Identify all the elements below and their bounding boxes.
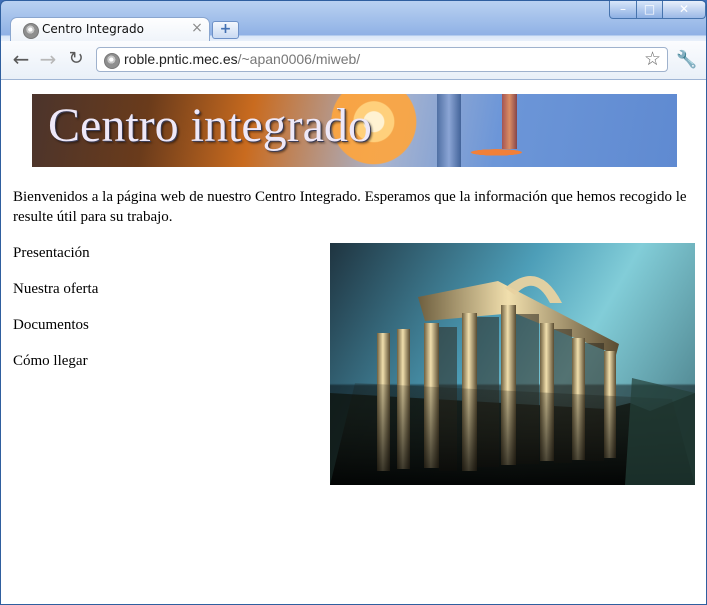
banner-image: Centro integrado: [32, 94, 677, 167]
close-tab-icon[interactable]: ×: [191, 21, 203, 35]
globe-icon: [104, 53, 120, 69]
temple-photo: [330, 243, 695, 485]
bookmark-star-icon[interactable]: ☆: [644, 50, 663, 69]
url-text[interactable]: roble.pntic.mec.es/~apan0006/miweb/: [124, 51, 360, 67]
new-tab-button[interactable]: +: [212, 21, 239, 39]
menu-item-presentacion[interactable]: Presentación: [13, 243, 193, 263]
wrench-icon[interactable]: 🔧: [676, 50, 697, 70]
menu-item-documentos[interactable]: Documentos: [13, 315, 193, 335]
globe-icon: [23, 23, 39, 39]
browser-tab[interactable]: Centro Integrado ×: [10, 17, 210, 43]
tab-title: Centro Integrado: [42, 22, 144, 36]
reload-icon[interactable]: ↻: [66, 50, 86, 70]
menu-item-como-llegar[interactable]: Cómo llegar: [13, 351, 193, 371]
intro-text: Bienvenidos a la página web de nuestro C…: [13, 189, 687, 225]
url-path: /~apan0006/miweb/: [237, 51, 361, 67]
forward-icon[interactable]: →: [38, 49, 58, 70]
banner-title: Centro integrado: [48, 99, 372, 152]
close-window-button[interactable]: ✕: [662, 1, 706, 19]
site-menu: Presentación Nuestra oferta Documentos C…: [13, 243, 193, 387]
browser-toolbar: ← → ↻ roble.pntic.mec.es/~apan0006/miweb…: [1, 41, 706, 80]
browser-window: Centro Integrado × + – □ ✕ ← → ↻ roble.p…: [0, 0, 707, 605]
menu-item-nuestra-oferta[interactable]: Nuestra oferta: [13, 279, 193, 299]
title-bar: Centro Integrado × + – □ ✕: [1, 1, 706, 43]
url-host: roble.pntic.mec.es: [124, 51, 238, 67]
address-bar[interactable]: roble.pntic.mec.es/~apan0006/miweb/ ☆: [96, 47, 668, 72]
minimize-button[interactable]: –: [609, 1, 637, 19]
temple-illustration: [330, 276, 695, 485]
maximize-button[interactable]: □: [636, 1, 663, 19]
web-page: Centro integrado Bienvenidos a la página…: [1, 80, 706, 604]
back-icon[interactable]: ←: [11, 49, 31, 70]
